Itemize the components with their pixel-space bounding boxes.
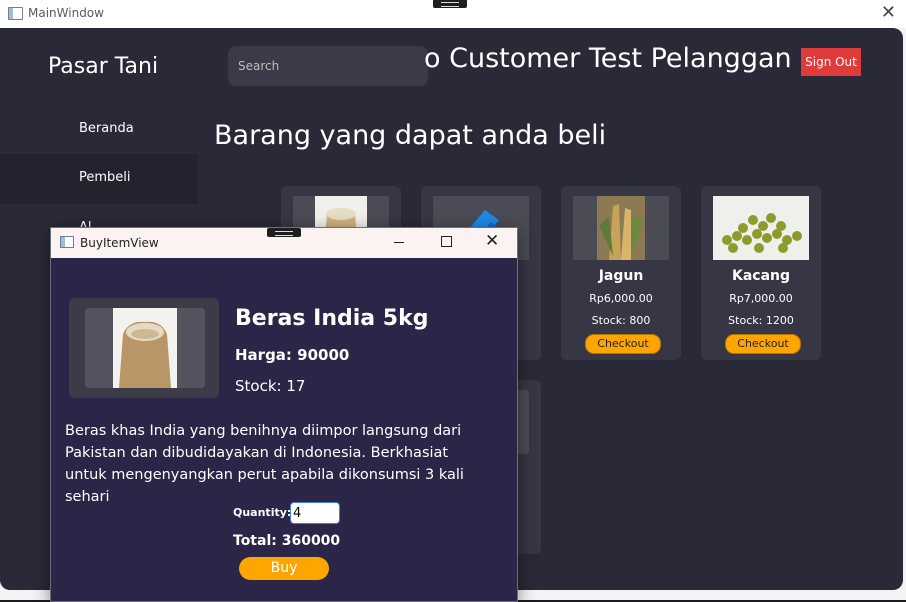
- nav-item-label: Pembeli: [79, 170, 131, 185]
- search-box[interactable]: [228, 46, 428, 86]
- dialog-title: BuyItemView: [80, 236, 159, 250]
- main-window-title: MainWindow: [28, 6, 104, 20]
- product-stock: Stock: 1200: [728, 314, 794, 327]
- checkout-button[interactable]: Checkout: [725, 334, 801, 354]
- checkout-button[interactable]: Checkout: [585, 334, 661, 354]
- window-icon: [60, 236, 74, 248]
- buy-item-dialog: BuyItemView ✕ Beras India 5kg Harga: 900…: [50, 227, 518, 602]
- brand-title: Pasar Tani: [48, 54, 159, 79]
- product-name: Kacang: [731, 268, 791, 284]
- product-price: Rp7,000.00: [729, 292, 793, 305]
- close-icon[interactable]: ✕: [485, 231, 499, 251]
- product-stock: Stock: 800: [591, 314, 651, 327]
- item-stock: Stock: 17: [235, 377, 306, 395]
- nav-item-label: Beranda: [79, 121, 134, 136]
- welcome-heading: o Customer Test Pelanggan: [424, 43, 792, 74]
- product-image: [713, 196, 809, 260]
- total-text: Total: 360000: [233, 533, 341, 549]
- drag-grip-icon[interactable]: [267, 228, 301, 237]
- main-close-icon[interactable]: ✕: [881, 2, 896, 23]
- nav-item-beranda[interactable]: Beranda: [0, 105, 198, 155]
- buy-button[interactable]: Buy: [239, 557, 329, 580]
- product-card[interactable]: Kacang Rp7,000.00 Stock: 1200 Checkout: [701, 186, 821, 360]
- item-description: Beras khas India yang benihnya diimpor l…: [65, 423, 464, 505]
- quantity-label: Quantity:: [233, 506, 292, 519]
- product-image: [573, 196, 669, 260]
- quantity-input[interactable]: [290, 502, 340, 524]
- window-icon: [8, 7, 23, 20]
- product-card[interactable]: Jagun Rp6,000.00 Stock: 800 Checkout: [561, 186, 681, 360]
- minimize-icon[interactable]: [394, 242, 404, 243]
- sign-out-button[interactable]: Sign Out: [801, 48, 861, 76]
- search-input[interactable]: [228, 46, 418, 86]
- section-title: Barang yang dapat anda beli: [214, 120, 607, 151]
- product-name: Jagun: [598, 268, 644, 284]
- maximize-icon[interactable]: [441, 236, 452, 247]
- drag-grip-icon[interactable]: [433, 0, 467, 8]
- nav-item-pembeli[interactable]: Pembeli: [0, 154, 198, 204]
- product-price: Rp6,000.00: [589, 292, 653, 305]
- item-name: Beras India 5kg: [235, 306, 429, 331]
- item-price: Harga: 90000: [235, 346, 350, 364]
- item-image-frame: [69, 298, 219, 398]
- item-image: [85, 308, 205, 388]
